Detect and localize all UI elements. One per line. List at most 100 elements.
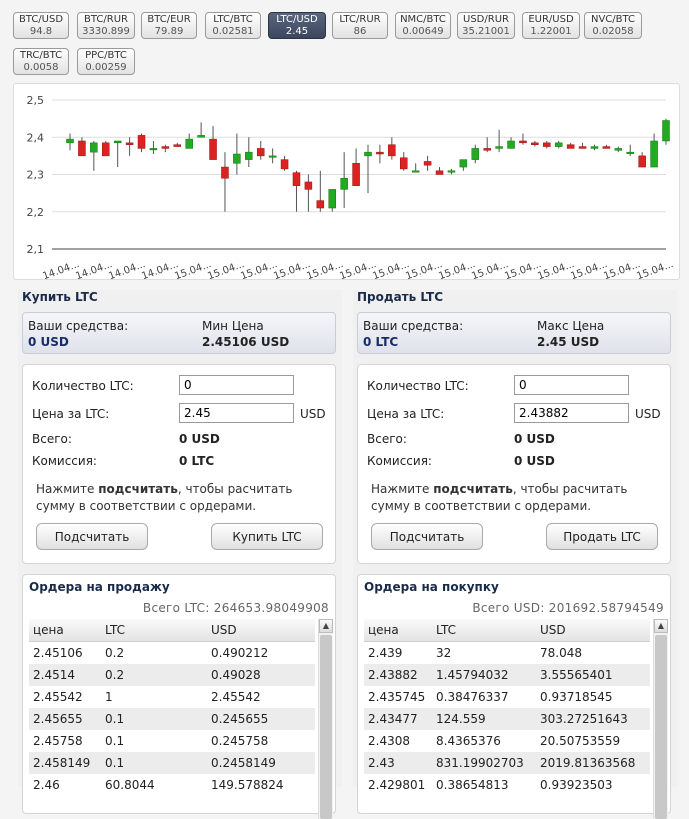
min-price-value: 2.45106 USD	[202, 335, 290, 349]
pair-tab-ppc-btc[interactable]: PPC/BTC 0.00259	[77, 48, 135, 75]
buy-orders-title: Ордера на покупку	[364, 580, 499, 594]
pair-tab-btc-usd[interactable]: BTC/USD 94.8	[13, 12, 69, 39]
candle-body	[531, 142, 539, 145]
column-header[interactable]: цена	[364, 619, 432, 642]
currency-pair-tabs: BTC/USD 94.8 BTC/RUR 3330.899 BTC/EUR 79.89…	[0, 0, 689, 82]
scroll-up-icon[interactable]: ▲	[319, 619, 333, 633]
table-row[interactable]: 2.435745 0.38476337 0.93718545	[364, 686, 650, 708]
table-row[interactable]: 2.45655 0.1 0.245655	[29, 708, 315, 730]
table-row[interactable]: 2.46 60.8044 149.578824	[29, 774, 315, 796]
cell-amount: 0.1	[105, 734, 125, 748]
cell-price: 2.439	[368, 646, 403, 660]
candle-body	[209, 138, 217, 160]
scroll-thumb[interactable]	[655, 635, 667, 819]
pair-tab-nvc-btc[interactable]: NVC/BTC 0.02058	[584, 12, 642, 39]
table-row[interactable]: 2.43 831.19902703 2019.81363568	[364, 752, 650, 774]
candle-body	[185, 138, 193, 149]
buy-orders-scrollbar[interactable]: ▲	[653, 619, 668, 819]
table-row[interactable]: 2.458149 0.1 0.2458149	[29, 752, 315, 774]
column-header[interactable]: LTC	[432, 619, 536, 642]
column-header[interactable]: цена	[29, 619, 101, 642]
candle-body	[66, 138, 74, 144]
column-header[interactable]: LTC	[101, 619, 207, 642]
table-row[interactable]: 2.4308 8.4365376 20.50753559	[364, 730, 650, 752]
candle-body	[280, 159, 289, 170]
x-tick-label: 15.04...	[635, 259, 675, 279]
buy-qty-input[interactable]	[179, 375, 294, 395]
y-tick-label: 2,5	[27, 94, 45, 107]
table-row[interactable]: 2.43882 1.45794032 3.55565401	[364, 664, 650, 686]
buy-orders-total: Всего USD: 201692.58794549	[472, 601, 664, 615]
pair-tab-ltc-btc[interactable]: LTC/BTC 0.02581	[205, 12, 261, 39]
buy-ltc-button[interactable]: Купить LTC	[211, 523, 323, 550]
sell-form: Количество LTC: Цена за LTC: USD Всего: …	[357, 364, 671, 564]
candlestick-chart: 2,52,42,32,22,114.04...14.04...14.04...1…	[27, 94, 675, 279]
pair-tab-eur-usd[interactable]: EUR/USD 1.22001	[522, 12, 580, 39]
candle-body	[614, 148, 623, 151]
cell-price: 2.43882	[364, 664, 432, 686]
candle-body	[364, 151, 372, 157]
pair-tab-usd-rur[interactable]: USD/RUR 35.21001	[457, 12, 515, 39]
pair-tab-ltc-usd[interactable]: LTC/USD 2.45	[268, 12, 326, 39]
hint-text: Нажмите	[371, 482, 434, 496]
candle-body	[256, 148, 265, 157]
pair-name: LTC/USD	[276, 14, 318, 25]
cell-price: 2.435745	[368, 690, 426, 704]
pair-name: PPC/BTC	[85, 50, 127, 61]
calc-hint: Нажмите подсчитать, чтобы расчитать сумм…	[36, 481, 326, 515]
sell-ltc-button[interactable]: Продать LTC	[546, 523, 658, 550]
table-row[interactable]: 2.45106 0.2 0.490212	[29, 642, 315, 665]
table-header: цена LTC USD	[29, 619, 315, 642]
table-row[interactable]: 2.4514 0.2 0.49028	[29, 664, 315, 686]
sell-rate-input[interactable]	[514, 403, 629, 423]
candle-body	[102, 142, 110, 157]
sell-qty-input[interactable]	[514, 375, 629, 395]
candle-body	[125, 142, 134, 145]
table-row[interactable]: 2.439 32 78.048	[364, 642, 650, 665]
table-row[interactable]: 2.429801 0.38654813 0.93923503	[364, 774, 650, 796]
calculate-button[interactable]: Подсчитать	[36, 523, 148, 550]
pair-tab-trc-btc[interactable]: TRC/BTC 0.0058	[13, 48, 69, 75]
max-price-label: Макс Цена	[537, 319, 605, 333]
candle-body	[411, 170, 420, 173]
pair-tab-btc-eur[interactable]: BTC/EUR 79.89	[141, 12, 197, 39]
pair-price: 2.45	[285, 26, 309, 37]
scroll-thumb[interactable]	[320, 635, 332, 819]
pair-tab-ltc-rur[interactable]: LTC/RUR 86	[332, 12, 388, 39]
cell-amount: 0.38476337	[436, 690, 509, 704]
calculate-button[interactable]: Подсчитать	[371, 523, 483, 550]
cell-amount: 0.2	[105, 646, 125, 660]
cell-total: 303.27251643	[536, 708, 650, 730]
pair-name: NVC/BTC	[590, 14, 636, 25]
cell-amount: 1	[105, 690, 113, 704]
scroll-up-icon[interactable]: ▲	[654, 619, 668, 633]
pair-price: 79.89	[154, 26, 184, 37]
rate-label: Цена за LTC:	[367, 407, 445, 421]
candle-body	[400, 157, 408, 170]
cell-price: 2.46	[33, 778, 60, 792]
y-tick-label: 2,4	[27, 131, 45, 144]
table-row[interactable]: 2.45758 0.1 0.245758	[29, 730, 315, 752]
candle-body	[292, 172, 301, 186]
buy-rate-input[interactable]	[179, 403, 294, 423]
pair-tab-btc-rur[interactable]: BTC/RUR 3330.899	[77, 12, 135, 39]
table-row[interactable]: 2.43477 124.559 303.27251643	[364, 708, 650, 730]
pair-tab-nmc-btc[interactable]: NMC/BTC 0.00649	[395, 12, 451, 39]
candle-body	[113, 140, 122, 144]
candle-body	[423, 161, 432, 166]
sell-panel: Продать LTC Ваши средства: 0 LTC Макс Це…	[353, 290, 677, 819]
hint-text: Нажмите	[36, 482, 99, 496]
qty-label: Количество LTC:	[32, 379, 134, 393]
candle-body	[662, 120, 670, 142]
candle-body	[233, 153, 241, 164]
column-header[interactable]: USD	[207, 619, 315, 642]
buy-panel-title: Купить LTC	[22, 290, 98, 304]
pair-name: NMC/BTC	[400, 14, 446, 25]
cell-total: 20.50753559	[540, 734, 621, 748]
fee-label: Комиссия:	[32, 454, 97, 468]
table-row[interactable]: 2.45542 1 2.45542	[29, 686, 315, 708]
candle-body	[626, 151, 634, 154]
column-header[interactable]: USD	[536, 619, 650, 642]
sell-orders-scrollbar[interactable]: ▲	[318, 619, 333, 819]
pair-price: 0.02058	[592, 26, 634, 37]
